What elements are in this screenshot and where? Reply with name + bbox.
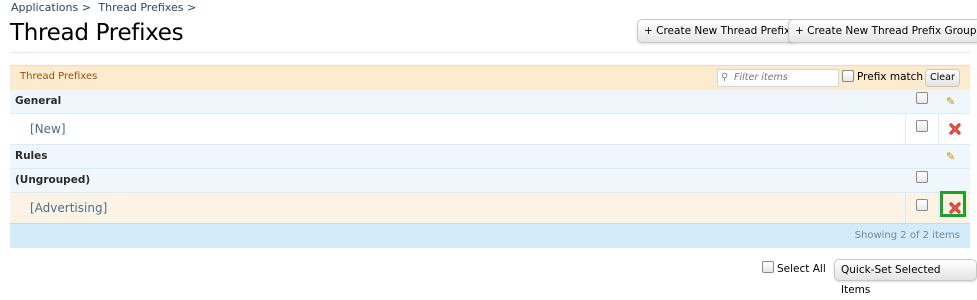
pencil-icon[interactable]: ✎: [946, 95, 955, 108]
group-row-rules: Rules ✎: [10, 145, 970, 169]
clear-filter-button[interactable]: Clear: [925, 69, 960, 87]
group-row-ungrouped: (Ungrouped): [10, 169, 970, 193]
create-thread-prefix-group-button[interactable]: + Create New Thread Prefix Group: [788, 19, 977, 43]
create-thread-prefix-button[interactable]: + Create New Thread Prefix: [637, 19, 798, 43]
quick-set-selected-button[interactable]: Quick-Set Selected Items: [834, 259, 977, 296]
list-header: Thread Prefixes ⚲ Prefix match Clear: [10, 65, 970, 91]
group-checkbox-general[interactable]: [916, 92, 928, 104]
group-label-rules: Rules: [15, 150, 48, 162]
select-all-checkbox[interactable]: [762, 261, 774, 273]
item-checkbox-new[interactable]: [916, 120, 928, 132]
column-divider: [905, 114, 906, 144]
list-footer: Showing 2 of 2 items: [10, 223, 970, 248]
title-divider: [10, 52, 970, 53]
group-label-ungrouped: (Ungrouped): [15, 174, 91, 186]
item-checkbox-advertising[interactable]: [916, 199, 928, 211]
pencil-icon[interactable]: ✎: [946, 150, 955, 163]
column-divider: [938, 193, 939, 223]
filter-box[interactable]: ⚲: [717, 69, 839, 87]
prefix-link-new[interactable]: [New]: [30, 122, 66, 136]
breadcrumb-thread-prefixes[interactable]: Thread Prefixes >: [98, 1, 196, 14]
breadcrumb-applications[interactable]: Applications >: [11, 1, 91, 14]
list-header-title: Thread Prefixes: [20, 71, 98, 82]
list-item-advertising: [Advertising]: [10, 191, 970, 224]
page-title: Thread Prefixes: [10, 20, 184, 46]
delete-x-icon[interactable]: [948, 201, 962, 215]
column-divider: [938, 114, 939, 144]
select-all-label: Select All: [777, 263, 826, 275]
column-divider: [905, 193, 906, 223]
group-checkbox-ungrouped[interactable]: [916, 171, 928, 183]
showing-count: Showing 2 of 2 items: [854, 230, 960, 241]
list-item-new: [New]: [10, 114, 970, 145]
breadcrumb: Applications > Thread Prefixes >: [11, 1, 200, 14]
filter-input[interactable]: [734, 71, 834, 84]
prefix-match-label: Prefix match: [857, 71, 924, 83]
search-icon: ⚲: [721, 72, 729, 83]
group-label-general: General: [15, 95, 62, 107]
delete-x-icon[interactable]: [948, 122, 962, 136]
prefix-link-advertising[interactable]: [Advertising]: [30, 201, 107, 215]
prefix-match-checkbox[interactable]: [842, 70, 854, 82]
group-row-general: General ✎: [10, 90, 970, 114]
